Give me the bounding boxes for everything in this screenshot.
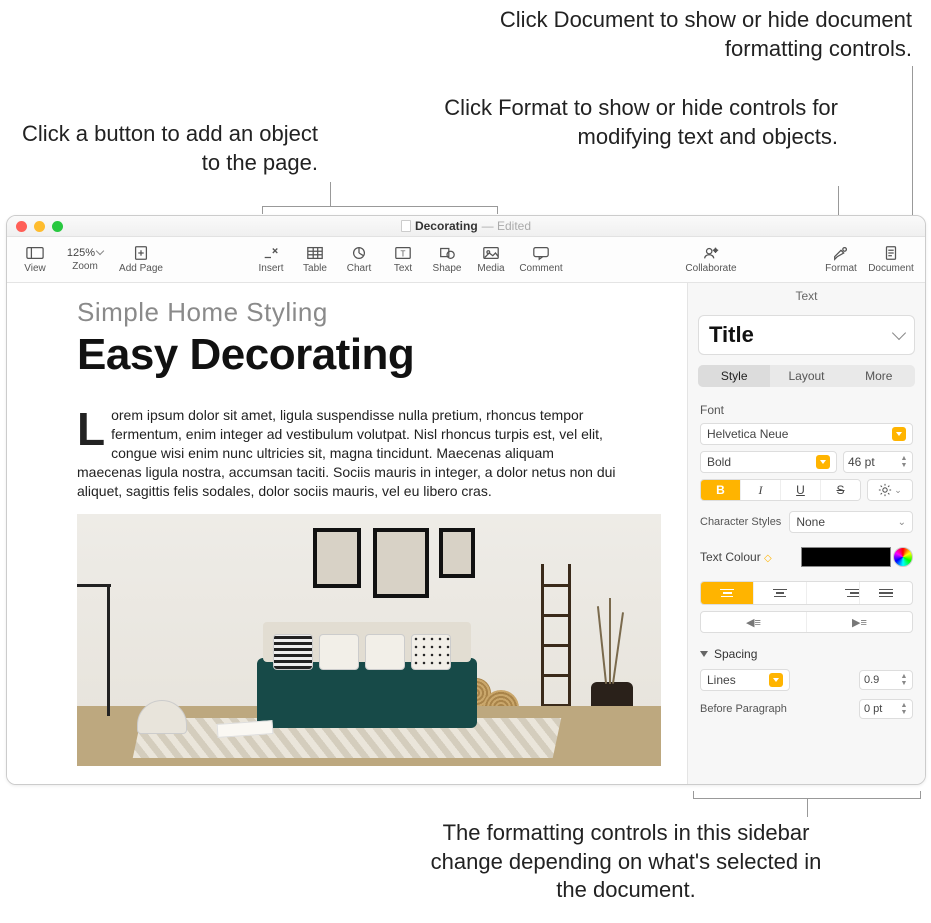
increase-indent-button[interactable]: ▶≡ <box>807 612 912 632</box>
document-button[interactable]: Document <box>863 238 919 282</box>
font-size-field[interactable]: 46 pt ▲▼ <box>843 451 913 473</box>
paragraph-style-picker[interactable]: Title <box>698 315 915 355</box>
pages-window: Decorating — Edited View 125% Zoom Add P… <box>6 215 926 785</box>
tab-style[interactable]: Style <box>698 365 770 387</box>
font-label: Font <box>700 403 913 417</box>
tab-layout[interactable]: Layout <box>770 365 842 387</box>
format-sidebar: Text Title Style Layout More Font Helvet… <box>687 283 925 784</box>
character-styles-label: Character Styles <box>700 516 781 528</box>
text-button[interactable]: T Text <box>381 238 425 282</box>
insert-objects-group: Insert Table Chart T Text Shape Media <box>249 238 569 282</box>
spacing-disclosure[interactable]: Spacing <box>700 647 913 661</box>
table-button[interactable]: Table <box>293 238 337 282</box>
callout-document: Click Document to show or hide document … <box>438 6 912 63</box>
text-colour-swatch[interactable] <box>801 547 891 567</box>
strikethrough-button[interactable]: S <box>821 480 860 500</box>
underline-button[interactable]: U <box>781 480 821 500</box>
gear-icon <box>878 483 892 497</box>
line-spacing-value[interactable]: 0.9 ▲▼ <box>859 670 913 690</box>
decrease-indent-button[interactable]: ◀≡ <box>701 612 807 632</box>
svg-text:T: T <box>401 250 406 259</box>
font-family-select[interactable]: Helvetica Neue <box>700 423 913 445</box>
tab-more[interactable]: More <box>843 365 915 387</box>
disclosure-triangle-icon <box>700 651 708 657</box>
inline-image[interactable] <box>77 514 661 766</box>
format-button[interactable]: Format <box>819 238 863 282</box>
comment-button[interactable]: Comment <box>513 238 569 282</box>
align-center-button[interactable] <box>754 582 807 604</box>
align-justify-button[interactable] <box>860 582 912 604</box>
before-paragraph-label: Before Paragraph <box>700 703 853 715</box>
sidebar-tabs: Style Layout More <box>698 365 915 387</box>
dropcap: L <box>77 406 111 449</box>
document-canvas[interactable]: Simple Home Styling Easy Decorating Lore… <box>7 283 687 784</box>
close-window-button[interactable] <box>16 221 27 232</box>
font-weight-select[interactable]: Bold <box>700 451 837 473</box>
callout-add-object: Click a button to add an object to the p… <box>0 120 318 177</box>
document-icon <box>401 220 411 232</box>
document-title: Decorating — Edited <box>401 219 531 233</box>
line-spacing-type[interactable]: Lines <box>700 669 790 691</box>
colour-wheel-icon[interactable] <box>893 547 913 567</box>
align-right-button[interactable] <box>807 582 860 604</box>
before-paragraph-value[interactable]: 0 pt ▲▼ <box>859 699 913 719</box>
media-button[interactable]: Media <box>469 238 513 282</box>
chevron-down-icon <box>892 326 906 340</box>
italic-button[interactable]: I <box>741 480 781 500</box>
view-button[interactable]: View <box>13 238 57 282</box>
text-colour-label: Text Colour ◇ <box>700 550 772 564</box>
chart-button[interactable]: Chart <box>337 238 381 282</box>
titlebar: Decorating — Edited <box>7 216 925 237</box>
character-styles-select[interactable]: None ⌄ <box>789 511 913 533</box>
dropdown-icon <box>892 427 906 441</box>
sidebar-header: Text <box>688 283 925 309</box>
bold-button[interactable]: B <box>701 480 741 500</box>
shape-button[interactable]: Shape <box>425 238 469 282</box>
add-page-button[interactable]: Add Page <box>113 238 169 282</box>
dropdown-icon <box>816 455 830 469</box>
subheading: Simple Home Styling <box>77 297 687 328</box>
collaborate-button[interactable]: Collaborate <box>683 238 739 282</box>
alignment-buttons <box>700 581 913 605</box>
insert-button[interactable]: Insert <box>249 238 293 282</box>
callout-sidebar: The formatting controls in this sidebar … <box>426 819 826 905</box>
toolbar: View 125% Zoom Add Page Insert Table Cha… <box>7 237 925 283</box>
fullscreen-window-button[interactable] <box>52 221 63 232</box>
align-left-button[interactable] <box>701 582 754 604</box>
callout-format: Click Format to show or hide controls fo… <box>438 94 838 151</box>
body-paragraph: Lorem ipsum dolor sit amet, ligula suspe… <box>77 406 617 500</box>
dropdown-icon <box>769 673 783 687</box>
zoom-selector[interactable]: 125% Zoom <box>57 238 113 282</box>
advanced-font-options[interactable]: ⌄ <box>867 479 913 501</box>
headline: Easy Decorating <box>77 330 687 380</box>
minimize-window-button[interactable] <box>34 221 45 232</box>
